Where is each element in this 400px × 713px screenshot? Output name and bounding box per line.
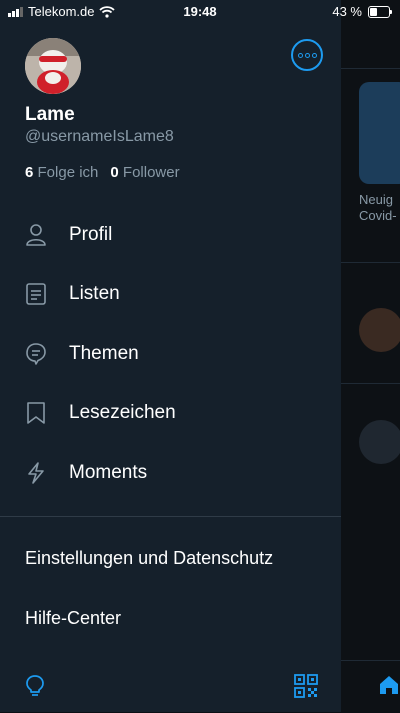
avatar[interactable] — [25, 38, 81, 94]
user-handle[interactable]: @usernameIsLame8 — [25, 128, 174, 146]
dot-icon — [304, 52, 310, 58]
menu-item-moments[interactable]: Moments — [25, 453, 147, 493]
menu-item-profil[interactable]: Profil — [25, 215, 112, 255]
dot-icon — [297, 52, 303, 58]
menu-item-label: Lesezeichen — [69, 402, 176, 423]
tweet-avatar — [359, 308, 400, 352]
bookmark-icon — [27, 402, 45, 424]
more-options-button[interactable] — [291, 39, 323, 71]
drawer-divider — [0, 516, 341, 517]
following-link[interactable]: 6 Folge ich — [25, 164, 98, 181]
help-center-link[interactable]: Hilfe-Center — [25, 608, 121, 629]
display-name[interactable]: Lame — [25, 104, 75, 126]
home-icon[interactable] — [378, 674, 400, 696]
timeline-divider — [341, 262, 400, 263]
person-icon — [26, 224, 46, 246]
qr-code-icon[interactable] — [294, 674, 318, 698]
timeline-divider — [341, 383, 400, 384]
settings-privacy-link[interactable]: Einstellungen und Datenschutz — [25, 548, 273, 569]
followers-link[interactable]: 0 Follower — [110, 164, 179, 181]
status-bar-right: 43 % — [332, 4, 392, 19]
menu-item-label: Profil — [69, 224, 113, 245]
avatar-image — [25, 38, 81, 94]
dot-icon — [311, 52, 317, 58]
lightbulb-icon[interactable] — [24, 674, 46, 698]
battery-icon — [368, 5, 392, 18]
timeline-background: Neuig Covid- — [341, 0, 400, 712]
side-drawer: Lame @usernameIsLame8 6 Folge ich 0 Foll… — [0, 0, 341, 712]
news-card-title: Neuig Covid- — [359, 192, 397, 223]
menu-item-themen[interactable]: Themen — [25, 334, 139, 374]
menu-item-label: Listen — [69, 283, 120, 304]
menu-item-lesezeichen[interactable]: Lesezeichen — [25, 393, 176, 433]
tweet-avatar — [359, 420, 400, 464]
menu-item-label: Moments — [69, 462, 148, 483]
menu-item-label: Themen — [69, 343, 139, 364]
follow-stats: 6 Folge ich 0 Follower — [25, 164, 180, 181]
menu-item-listen[interactable]: Listen — [25, 274, 120, 314]
battery-percent: 43 % — [332, 4, 362, 19]
topics-icon — [26, 343, 46, 365]
news-card-image — [359, 82, 400, 184]
status-bar: Telekom.de 19:48 43 % — [0, 0, 400, 24]
lightning-icon — [28, 462, 44, 484]
list-icon — [26, 283, 46, 305]
